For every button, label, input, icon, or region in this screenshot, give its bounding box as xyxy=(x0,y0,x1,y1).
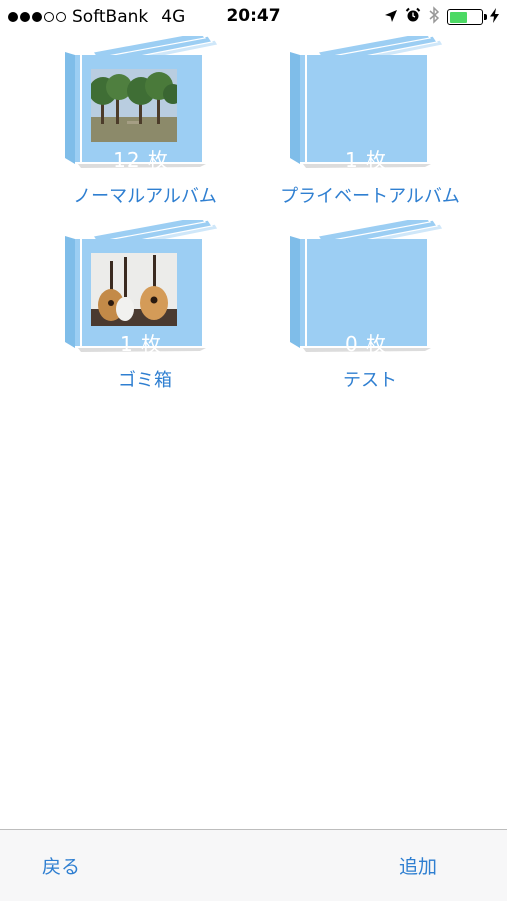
guitars-photo xyxy=(91,253,177,326)
album-cover-icon: 1 枚 xyxy=(65,220,225,360)
battery-icon xyxy=(447,9,487,25)
album-item-2[interactable]: 1 枚 プライベートアルバム xyxy=(280,36,460,211)
album-name: プライベートアルバム xyxy=(280,186,460,207)
battery-level xyxy=(449,11,467,23)
album-photo-count: 1 枚 xyxy=(344,148,388,172)
album-name: テスト xyxy=(343,370,397,391)
album-name: ゴミ箱 xyxy=(118,370,172,391)
back-button[interactable]: 戻る xyxy=(42,852,80,879)
album-photo-count: 1 枚 xyxy=(119,332,163,356)
album-cover-icon: 0 枚 xyxy=(290,220,450,360)
status-bar: SoftBank 4G 20:47 xyxy=(0,0,507,34)
album-photo-count: 12 枚 xyxy=(113,148,169,172)
album-cover-icon: 12 枚 xyxy=(65,36,225,176)
album-photo-count: 0 枚 xyxy=(344,332,388,356)
album-name: ノーマルアルバム xyxy=(73,186,217,207)
album-cover-icon: 1 枚 xyxy=(290,36,450,176)
alarm-clock-icon xyxy=(405,7,421,27)
add-button[interactable]: 追加 xyxy=(399,852,437,879)
status-right xyxy=(384,5,499,29)
location-arrow-icon xyxy=(384,8,398,27)
trees-photo xyxy=(91,69,177,142)
album-item-1[interactable]: 12 枚 ノーマルアルバム xyxy=(55,36,235,211)
bottom-toolbar: 戻る 追加 xyxy=(0,829,507,901)
charging-bolt-icon xyxy=(490,7,499,27)
album-item-4[interactable]: 0 枚 テスト xyxy=(280,220,460,395)
album-item-3[interactable]: 1 枚 ゴミ箱 xyxy=(55,220,235,395)
bluetooth-icon xyxy=(428,6,440,28)
